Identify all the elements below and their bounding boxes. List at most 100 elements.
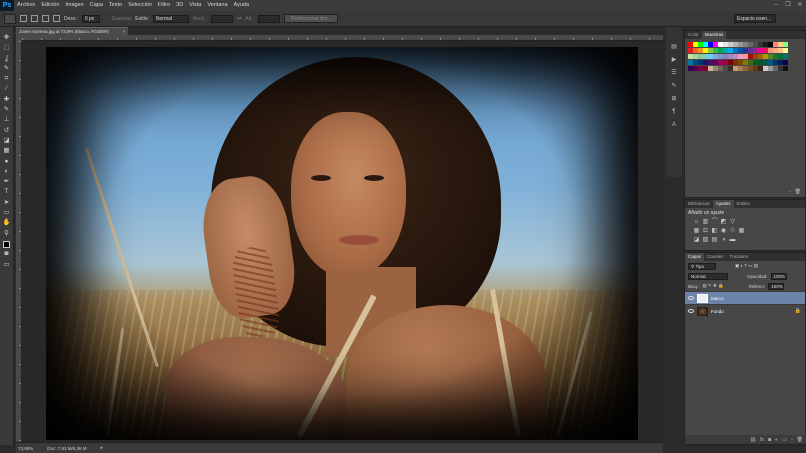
layer-row-marco[interactable]: Marco <box>685 291 805 304</box>
healing-tool-icon[interactable]: ✚ <box>2 95 12 104</box>
menu-edicion[interactable]: Edición <box>38 0 62 11</box>
adjustment-layer-icon[interactable]: ◐ <box>775 437 778 443</box>
hue-saturation-icon[interactable]: ▦ <box>693 228 700 235</box>
lock-icons[interactable]: ▨ ✎ ✥ 🔒 <box>703 283 724 289</box>
new-layer-icon[interactable]: ▫ <box>791 437 793 443</box>
levels-icon[interactable]: ▥ <box>702 219 709 226</box>
document-tab[interactable]: Joven morena.jpg al 73,9% (Marco, RGB/8#… <box>16 27 128 35</box>
tool-preset-picker[interactable] <box>4 13 16 24</box>
close-icon[interactable]: ✕ <box>796 1 804 9</box>
swap-icon[interactable]: ⇄ <box>237 16 241 22</box>
menu-vista[interactable]: Vista <box>186 0 204 11</box>
refine-edge-button[interactable]: Perfeccionar bor... <box>283 14 339 23</box>
layer-kind-filter[interactable]: ⚲ Tipo <box>688 262 716 270</box>
visibility-eye-icon[interactable] <box>688 296 694 300</box>
move-tool-icon[interactable]: ✥ <box>2 33 12 42</box>
color-swatch[interactable] <box>783 42 788 47</box>
pen-tool-icon[interactable]: ✒ <box>2 177 12 186</box>
eyedropper-tool-icon[interactable]: ⁄ <box>2 84 12 93</box>
zoom-level[interactable]: 73,95% <box>18 446 33 451</box>
document-info[interactable]: Doc: 7,93 M/5,36 M <box>47 446 86 451</box>
color-swatch[interactable] <box>783 60 788 65</box>
delete-layer-icon[interactable]: 🗑 <box>797 437 803 443</box>
hand-tool-icon[interactable]: ✋ <box>2 218 12 227</box>
status-menu-arrow-icon[interactable]: ▸ <box>101 445 104 451</box>
invert-icon[interactable]: ◪ <box>693 237 700 244</box>
new-swatch-icon[interactable]: ▫ <box>789 189 791 195</box>
shape-tool-icon[interactable]: ▭ <box>2 208 12 217</box>
brush-tool-icon[interactable]: ✎ <box>2 105 12 114</box>
tab-styles[interactable]: Estilos <box>734 200 753 208</box>
foreground-color-swatch[interactable] <box>3 240 14 252</box>
quick-mask-icon[interactable]: ◙ <box>2 249 12 258</box>
new-selection-icon[interactable] <box>20 15 27 22</box>
actions-icon[interactable]: ▶ <box>670 56 679 64</box>
layer-mask-icon[interactable]: ◙ <box>768 437 771 443</box>
selective-color-icon[interactable]: ◑ <box>720 237 727 244</box>
screen-mode-icon[interactable]: ▭ <box>2 260 12 269</box>
swatch-grid[interactable] <box>685 39 805 74</box>
link-layers-icon[interactable]: ⛓ <box>750 437 756 443</box>
exposure-icon[interactable]: ◩ <box>720 219 727 226</box>
threshold-icon[interactable]: ▤ <box>711 237 718 244</box>
lasso-tool-icon[interactable]: ʆ <box>2 54 12 63</box>
delete-swatch-icon[interactable]: 🗑 <box>795 189 801 195</box>
menu-ayuda[interactable]: Ayuda <box>231 0 253 11</box>
clone-source-icon[interactable]: ⊞ <box>670 95 679 103</box>
layer-row-fondo[interactable]: Fondo 🔒 <box>685 304 805 317</box>
color-swatch[interactable] <box>783 66 788 71</box>
layer-style-icon[interactable]: fx <box>760 437 764 443</box>
fill-input[interactable]: 100% <box>768 282 785 290</box>
black-white-icon[interactable]: ◧ <box>711 228 718 235</box>
intersect-selection-icon[interactable] <box>53 15 60 22</box>
history-brush-tool-icon[interactable]: ↺ <box>2 126 12 135</box>
menu-filtro[interactable]: Filtro <box>155 0 173 11</box>
menu-3d[interactable]: 3D <box>173 0 186 11</box>
paragraph-icon[interactable]: ¶ <box>670 108 679 116</box>
channel-mixer-icon[interactable]: ♲ <box>729 228 736 235</box>
menu-capa[interactable]: Capa <box>87 0 106 11</box>
width-input[interactable] <box>211 14 234 23</box>
color-swatch[interactable] <box>783 48 788 53</box>
posterize-icon[interactable]: ▨ <box>702 237 709 244</box>
path-select-tool-icon[interactable]: ➤ <box>2 198 12 207</box>
menu-seleccion[interactable]: Selección <box>125 0 155 11</box>
tab-color[interactable]: Color <box>685 31 702 39</box>
gradient-map-icon[interactable]: ▬ <box>729 237 736 244</box>
menu-texto[interactable]: Texto <box>106 0 125 11</box>
tab-swatches[interactable]: Muestras <box>701 31 727 39</box>
color-lookup-icon[interactable]: ▦ <box>738 228 745 235</box>
workspace-select[interactable]: Espacio esen... <box>734 14 776 23</box>
dodge-tool-icon[interactable]: ◐ <box>2 167 12 176</box>
layer-name[interactable]: Marco <box>711 296 724 301</box>
properties-icon[interactable]: ☰ <box>670 69 679 77</box>
tab-paths[interactable]: Trazados <box>727 253 752 261</box>
zoom-tool-icon[interactable]: ⚲ <box>2 229 12 238</box>
height-input[interactable] <box>257 14 280 23</box>
add-selection-icon[interactable] <box>31 15 38 22</box>
quick-select-tool-icon[interactable]: ✎ <box>2 64 12 73</box>
opacity-input[interactable]: 100% <box>770 272 787 280</box>
eraser-tool-icon[interactable]: ◪ <box>2 136 12 145</box>
maximize-icon[interactable]: ❐ <box>784 1 792 9</box>
document-image[interactable] <box>46 47 638 440</box>
subtract-selection-icon[interactable] <box>42 15 49 22</box>
blur-tool-icon[interactable]: ● <box>2 157 12 166</box>
brightness-icon[interactable]: ☼ <box>693 219 700 226</box>
smooth-checkbox[interactable]: Suavizar <box>112 16 131 22</box>
visibility-eye-icon[interactable] <box>688 309 694 313</box>
photo-filter-icon[interactable]: ◉ <box>720 228 727 235</box>
type-tool-icon[interactable]: T <box>2 187 12 196</box>
menu-archivo[interactable]: Archivo <box>14 0 38 11</box>
minimize-icon[interactable]: – <box>772 1 780 9</box>
menu-imagen[interactable]: Imagen <box>62 0 86 11</box>
clone-tool-icon[interactable]: ⊥ <box>2 115 12 124</box>
gradient-tool-icon[interactable]: ▦ <box>2 146 12 155</box>
blend-mode-select[interactable]: Normal <box>688 272 728 280</box>
menu-ventana[interactable]: Ventana <box>204 0 230 11</box>
vibrance-icon[interactable]: ▽ <box>729 219 736 226</box>
style-select[interactable]: Normal <box>152 14 189 23</box>
color-balance-icon[interactable]: ⚖ <box>702 228 709 235</box>
tab-channels[interactable]: Canales <box>704 253 727 261</box>
crop-tool-icon[interactable]: ⌗ <box>2 74 12 83</box>
